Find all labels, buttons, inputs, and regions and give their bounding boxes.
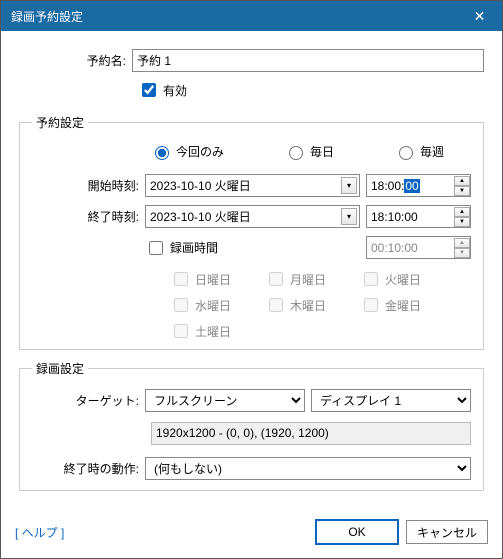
name-input[interactable] (132, 49, 484, 72)
weekday-mon: 月曜日 (265, 269, 360, 289)
display-select[interactable]: ディスプレイ 1 (311, 389, 471, 412)
onend-select[interactable]: (何もしない) (145, 457, 471, 480)
end-label: 終了時刻: (32, 208, 145, 225)
record-group: 録画設定 ターゲット: フルスクリーン ディスプレイ 1 1920x1200 -… (19, 360, 484, 491)
spin-up-icon[interactable]: ▲ (454, 176, 470, 186)
weekday-tue: 火曜日 (360, 269, 455, 289)
cancel-button[interactable]: キャンセル (406, 520, 488, 544)
schedule-group: 予約設定 今回のみ 毎日 毎週 開始時刻: 2023-10-10 (19, 114, 484, 350)
spin-up-icon[interactable]: ▲ (454, 207, 470, 217)
resolution-info: 1920x1200 - (0, 0), (1920, 1200) (151, 422, 471, 445)
recurrence-weekly[interactable]: 毎週 (394, 143, 444, 160)
duration-checkbox[interactable]: 録画時間 (145, 238, 360, 258)
schedule-legend: 予約設定 (32, 114, 88, 131)
start-time-spinner[interactable]: 18:00:00 ▲▼ (366, 174, 471, 197)
weekday-thu: 木曜日 (265, 295, 360, 315)
spin-down-icon[interactable]: ▼ (454, 186, 470, 196)
record-legend: 録画設定 (32, 360, 88, 377)
start-time-value: 18:00:00 (371, 179, 420, 193)
recurrence-once[interactable]: 今回のみ (150, 143, 224, 160)
weekday-grid: 日曜日 月曜日 火曜日 水曜日 木曜日 金曜日 土曜日 (170, 269, 471, 341)
ok-button[interactable]: OK (316, 520, 398, 544)
end-date-value: 2023-10-10 火曜日 (150, 208, 251, 225)
help-link[interactable]: [ ヘルプ ] (15, 524, 64, 541)
spin-up-icon: ▲ (454, 238, 470, 248)
weekday-fri: 金曜日 (360, 295, 455, 315)
end-time-spinner[interactable]: 18:10:00 ▲▼ (366, 205, 471, 228)
start-date-picker[interactable]: 2023-10-10 火曜日 ▾ (145, 174, 360, 197)
weekday-sun: 日曜日 (170, 269, 265, 289)
window-title: 録画予約設定 (11, 8, 83, 25)
close-button[interactable]: ✕ (457, 1, 502, 31)
start-date-value: 2023-10-10 火曜日 (150, 177, 251, 194)
target-select[interactable]: フルスクリーン (145, 389, 305, 412)
end-date-picker[interactable]: 2023-10-10 火曜日 ▾ (145, 205, 360, 228)
recurrence-daily[interactable]: 毎日 (284, 143, 334, 160)
duration-value: 00:10:00 (371, 241, 418, 255)
onend-label: 終了時の動作: (32, 460, 145, 477)
weekday-sat: 土曜日 (170, 321, 265, 341)
duration-spinner: 00:10:00 ▲▼ (366, 236, 471, 259)
spin-down-icon: ▼ (454, 248, 470, 258)
enabled-checkbox-box[interactable] (142, 83, 156, 97)
spin-down-icon[interactable]: ▼ (454, 217, 470, 227)
weekday-wed: 水曜日 (170, 295, 265, 315)
target-label: ターゲット: (32, 392, 145, 409)
enabled-checkbox[interactable]: 有効 (138, 80, 187, 100)
end-date-dropdown-icon[interactable]: ▾ (341, 208, 357, 225)
start-label: 開始時刻: (32, 177, 145, 194)
start-date-dropdown-icon[interactable]: ▾ (341, 177, 357, 194)
name-label: 予約名: (19, 52, 132, 69)
enabled-label: 有効 (163, 82, 187, 99)
end-time-value: 18:10:00 (371, 210, 418, 224)
duration-label: 録画時間 (170, 239, 218, 256)
